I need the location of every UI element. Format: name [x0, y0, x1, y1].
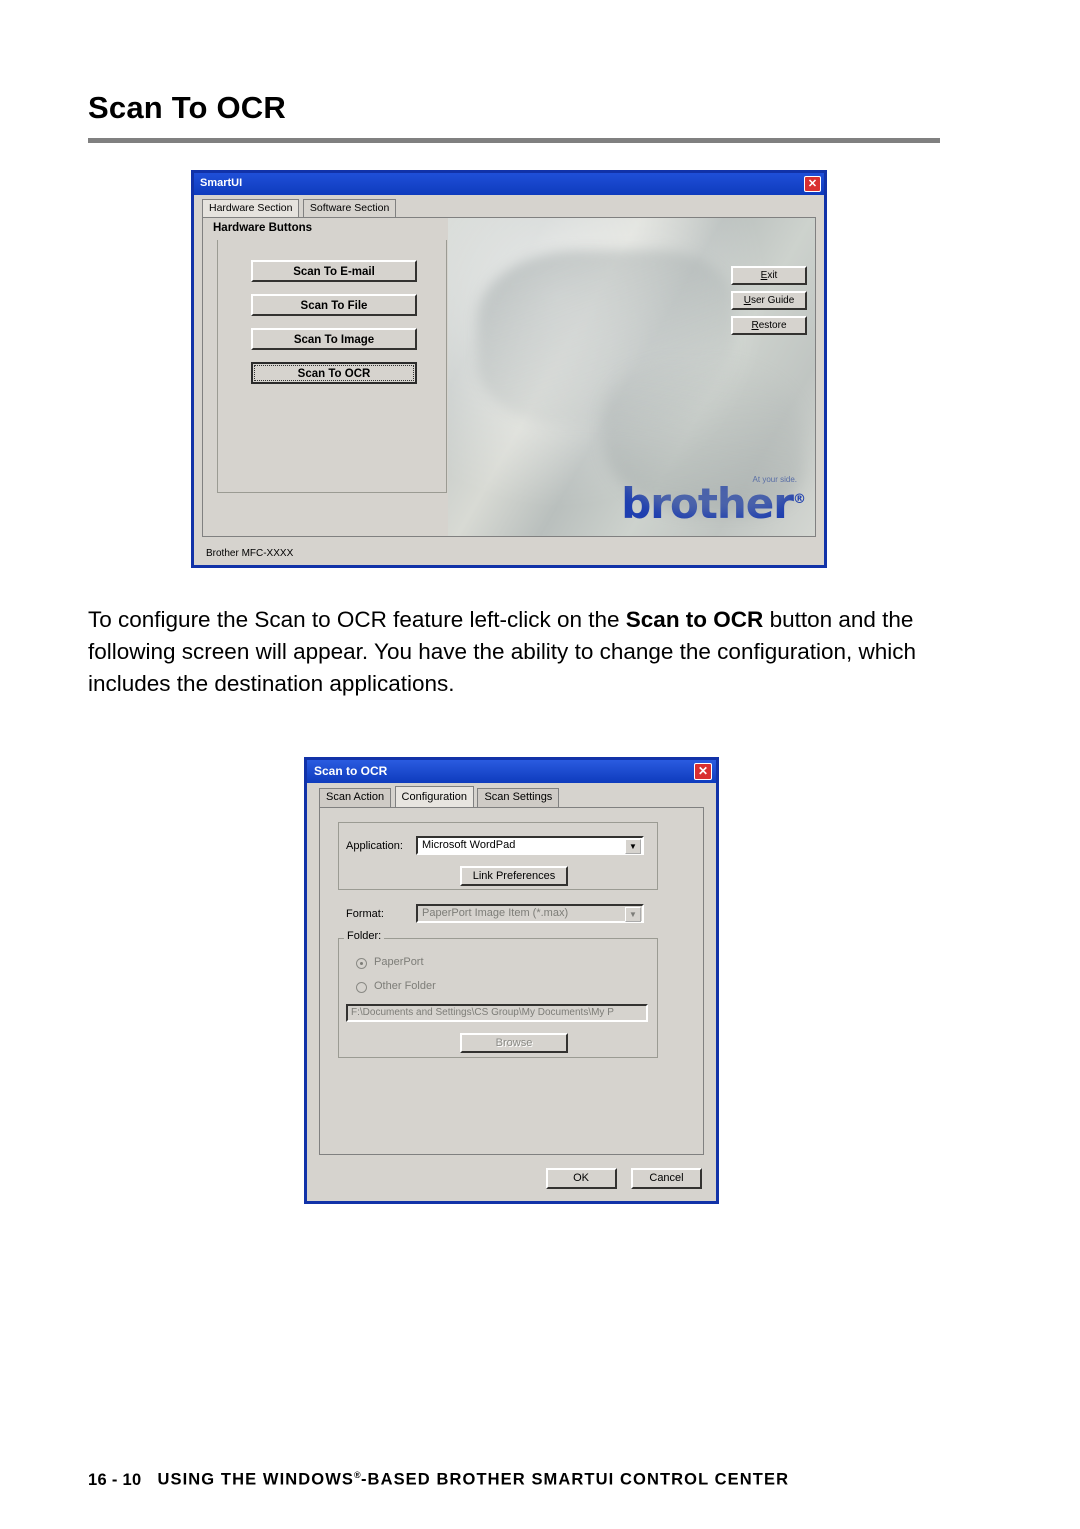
- status-model-text: Brother MFC-XXXX: [206, 548, 294, 559]
- tab-configuration[interactable]: Configuration: [394, 786, 474, 807]
- chevron-down-icon[interactable]: ▼: [625, 839, 641, 854]
- page-footer: 16 - 10 USING THE WINDOWS®-BASED BROTHER …: [88, 1470, 789, 1490]
- user-guide-button[interactable]: User Guide: [731, 291, 807, 310]
- application-combobox[interactable]: Microsoft WordPad ▼: [416, 836, 644, 855]
- radio-other-folder-icon[interactable]: [356, 982, 367, 993]
- scan-to-email-button[interactable]: Scan To E-mail: [251, 260, 417, 282]
- format-label: Format:: [346, 908, 384, 920]
- ocr-titlebar: Scan to OCR ✕: [307, 760, 716, 783]
- exit-button[interactable]: Exit: [731, 266, 807, 285]
- cancel-button[interactable]: Cancel: [631, 1168, 702, 1189]
- restore-button[interactable]: Restore: [731, 316, 807, 335]
- tab-software-section[interactable]: Software Section: [302, 199, 397, 217]
- brother-logo: brother®: [621, 479, 806, 528]
- registered-icon: ®: [354, 1470, 361, 1480]
- folder-group-label: Folder:: [344, 930, 385, 942]
- smartui-tabs: Hardware Section Software Section: [202, 199, 397, 217]
- user-guide-accel: U: [743, 295, 751, 306]
- scan-to-ocr-button[interactable]: Scan To OCR: [251, 362, 417, 384]
- tab-scan-settings[interactable]: Scan Settings: [477, 788, 560, 807]
- radio-paperport-label[interactable]: PaperPort: [374, 956, 424, 968]
- ok-button[interactable]: OK: [545, 1168, 617, 1189]
- scan-to-image-button[interactable]: Scan To Image: [251, 328, 417, 350]
- restore-accel: R: [751, 320, 759, 331]
- smartui-side-buttons: Exit User Guide Restore: [731, 266, 807, 341]
- ocr-dialog-footer: OK Cancel: [536, 1168, 702, 1189]
- document-page: Scan To OCR SmartUI ✕ Hardware Section S…: [0, 0, 1080, 1529]
- footer-text-b: -BASED BROTHER SMARTUI CONTROL CENTER: [360, 1470, 790, 1489]
- smartui-body: Hardware Buttons Scan To E-mail Scan To …: [202, 217, 816, 537]
- title-divider: [88, 138, 940, 143]
- brother-logo-text: brother: [621, 479, 794, 528]
- browse-button[interactable]: Browse: [460, 1033, 568, 1053]
- link-preferences-button[interactable]: Link Preferences: [460, 866, 568, 886]
- footer-text-a: USING THE WINDOWS: [157, 1470, 355, 1489]
- radio-paperport-icon[interactable]: [356, 958, 367, 969]
- close-icon[interactable]: ✕: [694, 763, 712, 780]
- application-value: Microsoft WordPad: [422, 839, 516, 851]
- exit-label: xit: [767, 270, 778, 281]
- smartui-titlebar: SmartUI ✕: [194, 173, 824, 195]
- ocr-title-text: Scan to OCR: [314, 764, 388, 778]
- format-value: PaperPort Image Item (*.max): [422, 907, 569, 919]
- smartui-title-text: SmartUI: [200, 177, 243, 189]
- tab-hardware-section[interactable]: Hardware Section: [202, 199, 300, 217]
- tab-scan-action[interactable]: Scan Action: [319, 788, 392, 807]
- chevron-down-icon[interactable]: ▼: [625, 907, 641, 922]
- hardware-buttons-label: Hardware Buttons: [213, 222, 313, 234]
- registered-icon: ®: [793, 492, 806, 507]
- format-combobox[interactable]: PaperPort Image Item (*.max) ▼: [416, 904, 644, 923]
- radio-other-folder-label[interactable]: Other Folder: [374, 980, 436, 992]
- footer-page-number: 16 - 10: [88, 1470, 142, 1489]
- body-paragraph: To configure the Scan to OCR feature lef…: [88, 604, 948, 700]
- focus-outline: [254, 365, 414, 381]
- application-label: Application:: [346, 840, 403, 852]
- scan-to-file-button[interactable]: Scan To File: [251, 294, 417, 316]
- restore-label: estore: [758, 320, 787, 331]
- close-icon[interactable]: ✕: [804, 176, 821, 192]
- ocr-tabs: Scan Action Configuration Scan Settings: [319, 786, 560, 809]
- tagline-text: At your side.: [752, 475, 797, 484]
- scan-to-ocr-dialog: Scan to OCR ✕ Scan Action Configuration …: [304, 757, 719, 1204]
- paragraph-bold: Scan to OCR: [625, 607, 764, 632]
- user-guide-label: ser Guide: [750, 295, 795, 306]
- folder-path-field[interactable]: F:\Documents and Settings\CS Group\My Do…: [346, 1004, 648, 1022]
- page-title: Scan To OCR: [88, 90, 286, 125]
- paragraph-prefix: To configure the Scan to OCR feature lef…: [88, 607, 626, 632]
- smartui-window: SmartUI ✕ Hardware Section Software Sect…: [191, 170, 827, 568]
- ocr-tab-panel: Application: Microsoft WordPad ▼ Link Pr…: [319, 807, 704, 1155]
